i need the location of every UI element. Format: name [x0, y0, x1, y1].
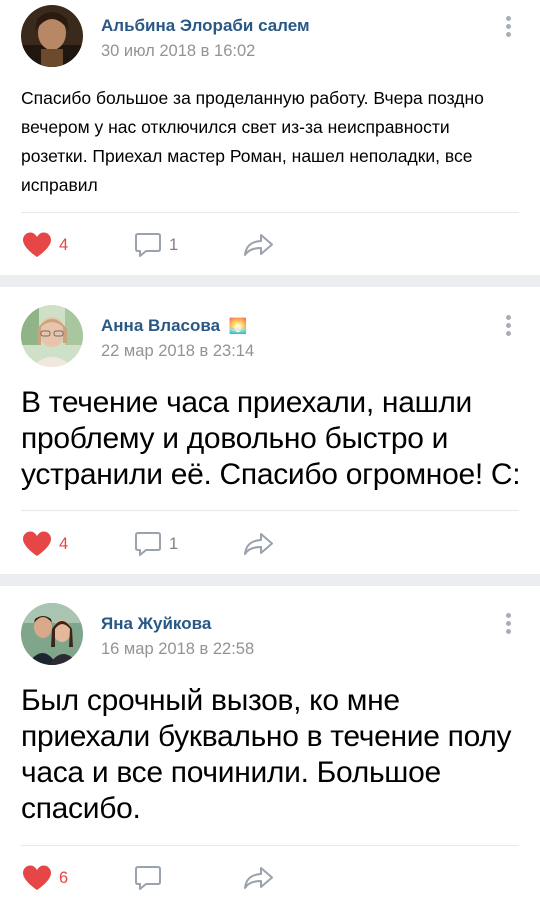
avatar[interactable]	[21, 603, 83, 665]
post-text: Спасибо большое за проделанную работу. В…	[21, 88, 484, 195]
divider	[21, 510, 519, 511]
heart-icon	[23, 865, 51, 890]
author-name[interactable]: Альбина Элораби салем	[101, 16, 310, 36]
like-button[interactable]: 4	[22, 524, 68, 564]
post-actions: 4 1	[0, 524, 540, 564]
share-button[interactable]	[243, 225, 275, 265]
author-name[interactable]: Анна Власова 🌅	[101, 316, 247, 336]
comment-bubble-icon	[135, 866, 161, 890]
author-name[interactable]: Яна Жуйкова	[101, 614, 211, 634]
post-text: Был срочный вызов, ко мне приехали буква…	[21, 684, 512, 825]
post-date[interactable]: 22 мар 2018 в 23:14	[101, 342, 254, 361]
share-arrow-icon	[244, 867, 273, 889]
more-options-icon[interactable]	[502, 12, 516, 42]
avatar[interactable]	[21, 305, 83, 367]
post-actions: 4 1	[0, 225, 540, 265]
comment-button[interactable]	[134, 858, 169, 898]
share-button[interactable]	[243, 858, 275, 898]
share-button[interactable]	[243, 524, 275, 564]
share-arrow-icon	[244, 234, 273, 256]
author-name-text: Анна Власова	[101, 316, 221, 335]
like-count: 4	[59, 534, 69, 553]
post-card: Альбина Элораби салем 30 июл 2018 в 16:0…	[0, 0, 540, 275]
divider	[21, 845, 519, 846]
heart-icon	[23, 531, 51, 556]
like-count: 6	[59, 868, 69, 887]
heart-icon	[23, 232, 51, 257]
author-status-emoji: 🌅	[228, 318, 248, 335]
comment-bubble-icon	[135, 532, 161, 556]
post-actions: 6	[0, 858, 540, 898]
avatar[interactable]	[21, 5, 83, 67]
like-button[interactable]: 4	[22, 225, 68, 265]
more-options-icon[interactable]	[502, 311, 516, 341]
post-card: Анна Власова 🌅 22 мар 2018 в 23:14 В теч…	[0, 287, 540, 574]
post-text: В течение часа приехали, нашли проблему …	[21, 386, 521, 491]
post-date[interactable]: 16 мар 2018 в 22:58	[101, 640, 254, 659]
share-arrow-icon	[244, 533, 273, 555]
like-count: 4	[59, 235, 69, 254]
comment-button[interactable]: 1	[134, 225, 178, 265]
like-button[interactable]: 6	[22, 858, 68, 898]
comment-bubble-icon	[135, 233, 161, 257]
divider	[21, 212, 519, 213]
comment-count: 1	[169, 534, 179, 553]
comment-button[interactable]: 1	[134, 524, 178, 564]
post-card: Яна Жуйкова 16 мар 2018 в 22:58 Был сроч…	[0, 586, 540, 906]
post-date[interactable]: 30 июл 2018 в 16:02	[101, 42, 255, 61]
more-options-icon[interactable]	[502, 609, 516, 639]
comment-count: 1	[169, 235, 179, 254]
